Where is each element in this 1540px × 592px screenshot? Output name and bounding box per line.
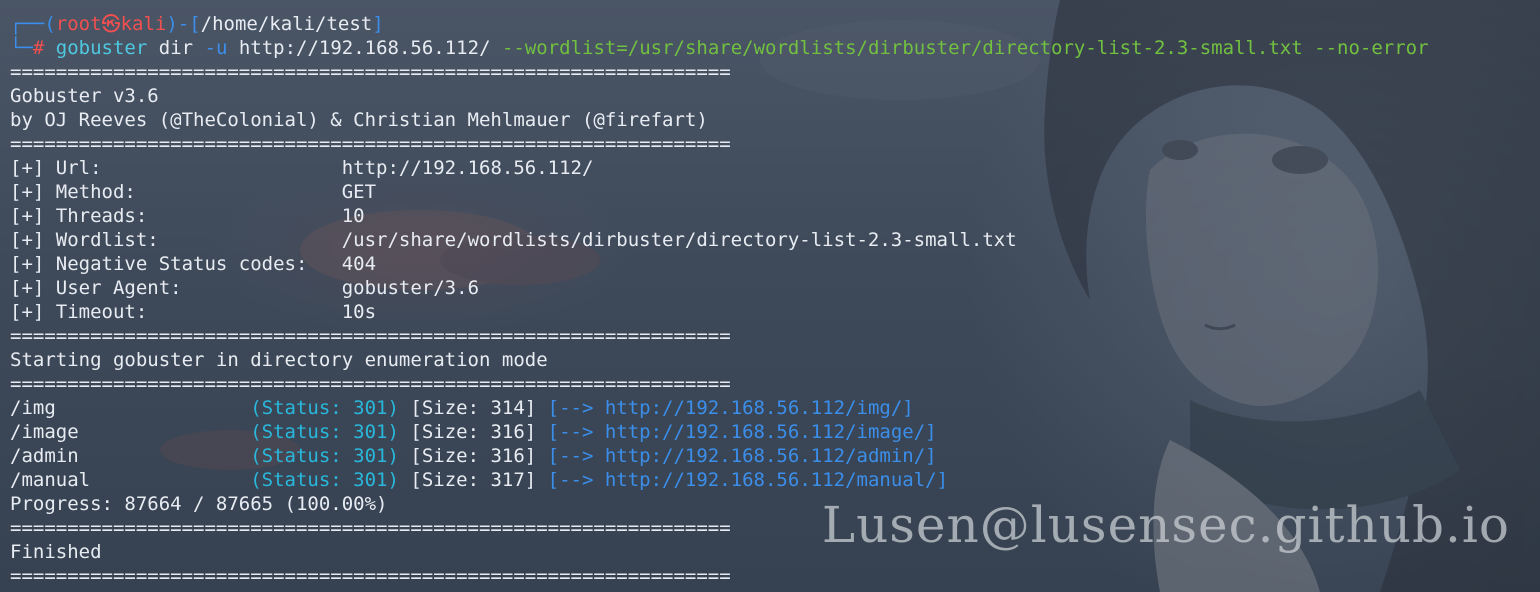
config-row: [+] Timeout: 10s [10, 300, 1429, 324]
command-flag-u: -u [204, 37, 228, 59]
command-url: http://192.168.56.112/ [227, 37, 502, 59]
terminal-window[interactable]: ┌──(root㉿kali)-[/home/kali/test] └─# gob… [0, 0, 1540, 592]
result-path: /image [10, 421, 251, 443]
result-redirect-link[interactable]: [--> http://192.168.56.112/manual/] [548, 469, 948, 491]
config-value: 404 [341, 253, 377, 275]
separator-line: ========================================… [10, 61, 731, 83]
config-row: [+] Url: http://192.168.56.112/ [10, 156, 1429, 180]
banner-authors: by OJ Reeves (@TheColonial) & Christian … [10, 109, 708, 131]
config-label: [+] Url: [10, 157, 342, 179]
config-row: [+] Negative Status codes: 404 [10, 252, 1429, 276]
prompt-hash: # [32, 37, 45, 59]
result-status: (Status: 301) [250, 421, 399, 443]
config-label: [+] User Agent: [10, 277, 342, 299]
command-wordlist-arg: --wordlist=/usr/share/wordlists/dirbuste… [501, 37, 1303, 59]
separator-line: ========================================… [10, 565, 731, 587]
prompt-corner-bottom: └─ [10, 37, 33, 59]
prompt-path-suffix: ] [372, 13, 384, 35]
prompt-user: root [55, 13, 102, 35]
config-value: 10s [341, 301, 377, 323]
banner-title: Gobuster v3.6 [10, 85, 159, 107]
prompt-path-prefix: )-[ [166, 13, 201, 35]
config-label: [+] Threads: [10, 205, 342, 227]
result-redirect-link[interactable]: [--> http://192.168.56.112/img/] [548, 397, 914, 419]
result-path: /img [10, 397, 251, 419]
prompt-path: /home/kali/test [200, 13, 373, 35]
config-row: [+] Method: GET [10, 180, 1429, 204]
result-redirect-link[interactable]: [--> http://192.168.56.112/admin/] [548, 445, 937, 467]
separator-line: ========================================… [10, 133, 731, 155]
config-row: [+] Wordlist: /usr/share/wordlists/dirbu… [10, 228, 1429, 252]
command-line[interactable]: └─# gobuster dir -u http://192.168.56.11… [10, 36, 1429, 60]
result-row: /manual (Status: 301) [Size: 317] [--> h… [10, 468, 1429, 492]
watermark-text: Lusen@lusensec.github.io [821, 496, 1510, 554]
result-row: /img (Status: 301) [Size: 314] [--> http… [10, 396, 1429, 420]
result-redirect-link[interactable]: [--> http://192.168.56.112/image/] [548, 421, 937, 443]
result-status: (Status: 301) [250, 469, 399, 491]
command-subcommand: dir [147, 37, 205, 59]
prompt-corner-top: ┌── [10, 13, 45, 35]
config-value: gobuster/3.6 [341, 277, 480, 299]
result-status: (Status: 301) [250, 397, 399, 419]
result-path: /manual [10, 469, 251, 491]
config-value: /usr/share/wordlists/dirbuster/directory… [341, 229, 1017, 251]
result-row: /admin (Status: 301) [Size: 316] [--> ht… [10, 444, 1429, 468]
config-value: 10 [341, 205, 365, 227]
config-label: [+] Method: [10, 181, 342, 203]
separator-line: ========================================… [10, 373, 731, 395]
config-value: http://192.168.56.112/ [341, 157, 594, 179]
prompt-at-icon: ㉿ [101, 13, 121, 35]
command-program: gobuster [55, 37, 148, 59]
mode-text: Starting gobuster in directory enumerati… [10, 349, 548, 371]
config-row: [+] Threads: 10 [10, 204, 1429, 228]
config-label: [+] Timeout: [10, 301, 342, 323]
result-status: (Status: 301) [250, 445, 399, 467]
result-row: /image (Status: 301) [Size: 316] [--> ht… [10, 420, 1429, 444]
result-size: [Size: 316] [398, 421, 548, 443]
prompt-open-paren: ( [44, 13, 56, 35]
config-label: [+] Negative Status codes: [10, 253, 342, 275]
result-path: /admin [10, 445, 251, 467]
result-size: [Size: 317] [398, 469, 548, 491]
result-size: [Size: 314] [398, 397, 548, 419]
config-row: [+] User Agent: gobuster/3.6 [10, 276, 1429, 300]
command-no-error-flag: --no-error [1314, 37, 1429, 59]
result-size: [Size: 316] [398, 445, 548, 467]
prompt-line-top: ┌──(root㉿kali)-[/home/kali/test] [10, 12, 1429, 36]
separator-line: ========================================… [10, 325, 731, 347]
config-value: GET [341, 181, 377, 203]
prompt-host: kali [120, 13, 167, 35]
config-label: [+] Wordlist: [10, 229, 342, 251]
